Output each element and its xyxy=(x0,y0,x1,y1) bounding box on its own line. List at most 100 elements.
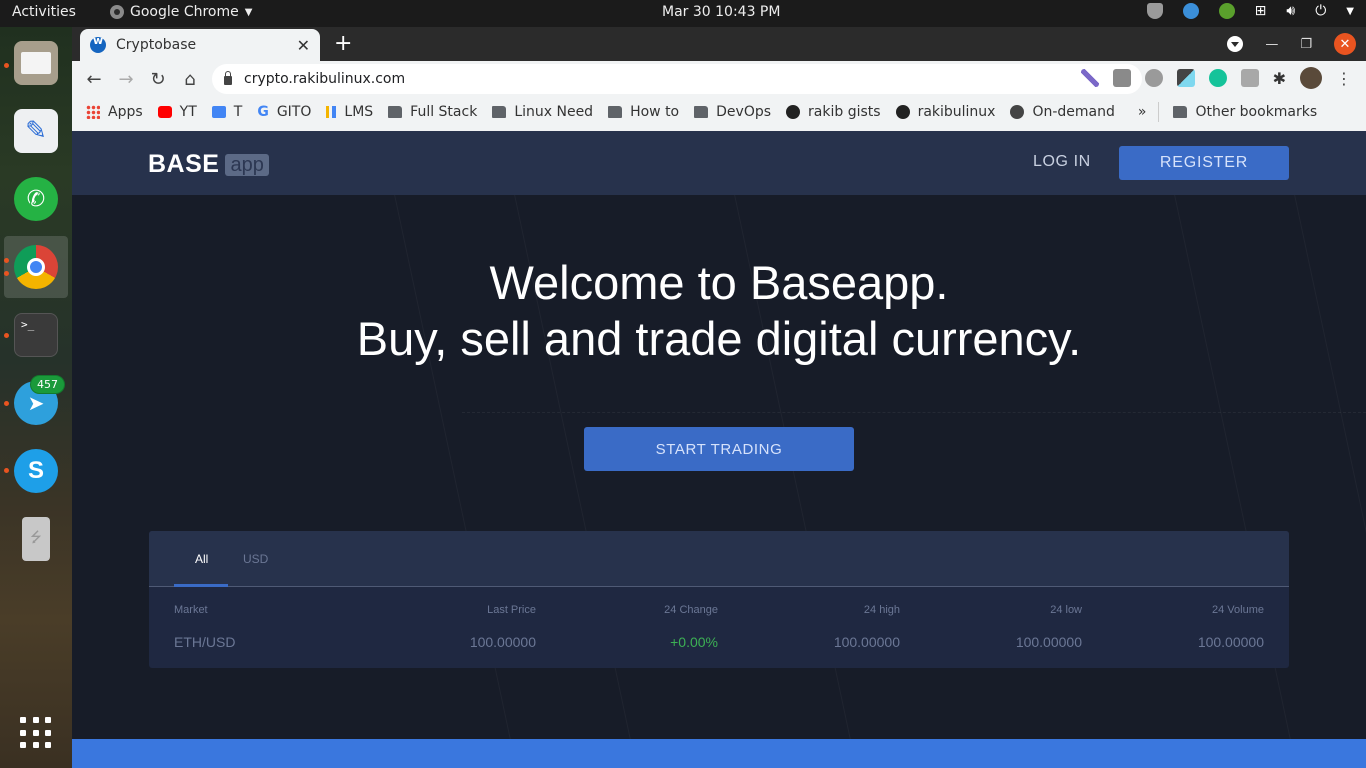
dock-item-files[interactable] xyxy=(14,41,58,85)
check-icon[interactable] xyxy=(1218,3,1235,19)
tab-title: Cryptobase xyxy=(116,37,197,53)
home-icon[interactable]: ⌂ xyxy=(174,69,206,90)
forward-icon[interactable]: → xyxy=(110,69,142,90)
dock-item-skype[interactable]: S xyxy=(14,449,58,493)
power-icon[interactable]: ⏻ xyxy=(1315,3,1326,19)
col-24-low[interactable]: 24 low xyxy=(925,588,1107,626)
active-tab-indicator xyxy=(174,584,228,587)
minimize-icon[interactable]: — xyxy=(1265,37,1278,52)
bookmark-on-demand[interactable]: On-demand xyxy=(1010,104,1115,120)
col-24-volume[interactable]: 24 Volume xyxy=(1107,588,1289,626)
show-applications-icon[interactable] xyxy=(20,717,52,749)
bookmark-yt[interactable]: YT xyxy=(157,104,197,120)
more-bookmarks-button[interactable]: » xyxy=(1138,104,1147,120)
restore-icon[interactable]: ❐ xyxy=(1300,37,1312,52)
chevron-down-icon[interactable]: ▼ xyxy=(1346,6,1354,17)
github-icon xyxy=(895,105,910,119)
menu-kebab-icon[interactable]: ⋮ xyxy=(1336,69,1352,88)
reload-icon[interactable]: ↻ xyxy=(142,69,174,90)
grammarly-extension-icon[interactable] xyxy=(1208,69,1227,87)
close-window-icon[interactable]: ✕ xyxy=(1334,33,1356,55)
dock-item-terminal[interactable]: >_ xyxy=(14,313,58,357)
bookmark-how-to[interactable]: How to xyxy=(608,104,679,120)
folder-icon xyxy=(608,106,623,118)
running-indicator xyxy=(4,63,9,68)
cell-24-volume: 100.00000 xyxy=(1197,634,1264,650)
dock-item-whatsapp[interactable]: ✆ xyxy=(14,177,58,221)
chevron-down-icon: ▼ xyxy=(244,6,253,18)
shield-icon[interactable] xyxy=(1146,3,1163,19)
quill-extension-icon[interactable] xyxy=(1080,69,1099,87)
bookmark-rakib-gists[interactable]: rakib gists xyxy=(786,104,881,120)
h-extension-icon[interactable] xyxy=(1240,69,1259,87)
app-menu-label: Google Chrome xyxy=(130,4,239,20)
background-dashed-line xyxy=(462,412,1366,413)
col-24-high[interactable]: 24 high xyxy=(743,588,925,626)
logo-main: BASE xyxy=(148,150,220,178)
col-last-price[interactable]: Last Price xyxy=(379,588,561,626)
bookmark-t[interactable]: T xyxy=(211,104,243,120)
back-icon[interactable]: ← xyxy=(78,69,110,90)
bookmark-label: Full Stack xyxy=(410,104,478,120)
google-icon: G xyxy=(257,104,269,120)
clock[interactable]: Mar 30 10:43 PM xyxy=(662,4,780,20)
table-header-row: Market Last Price 24 Change 24 high 24 l… xyxy=(149,588,1289,626)
bookmark-gito[interactable]: G GITO xyxy=(257,104,311,120)
bookmark-other-bookmarks[interactable]: Other bookmarks xyxy=(1173,104,1317,120)
bookmark-label: YT xyxy=(179,104,197,120)
register-button[interactable]: REGISTER xyxy=(1119,146,1289,180)
login-link[interactable]: LOG IN xyxy=(1033,153,1091,171)
dock-item-chrome[interactable] xyxy=(14,245,58,289)
notification-badge: 457 xyxy=(30,375,65,394)
camera-extension-icon[interactable] xyxy=(1112,69,1131,87)
bookmark-label: rakib gists xyxy=(808,104,881,120)
dock-item-text-editor[interactable]: ✎ xyxy=(14,109,58,153)
address-bar[interactable]: crypto.rakibulinux.com ☆ xyxy=(212,64,1142,94)
lock-icon[interactable] xyxy=(224,70,232,85)
bookmark-label: Other bookmarks xyxy=(1195,104,1318,120)
markets-panel: All USD Market Last Price 24 Change 24 h… xyxy=(149,531,1289,668)
skype-icon: S xyxy=(27,457,44,484)
page-content: BASE app LOG IN REGISTER Welcome to Base… xyxy=(72,131,1366,768)
bookmark-devops[interactable]: DevOps xyxy=(694,104,771,120)
bookmarks-divider xyxy=(1158,102,1160,122)
col-market[interactable]: Market xyxy=(149,588,379,626)
bookmark-label: Apps xyxy=(108,104,143,120)
folder-icon xyxy=(21,52,51,74)
col-24-change[interactable]: 24 Change xyxy=(561,588,743,626)
background-line xyxy=(372,131,519,768)
site-logo[interactable]: BASE app xyxy=(148,150,269,179)
start-trading-button[interactable]: START TRADING xyxy=(584,427,854,471)
tab-all[interactable]: All xyxy=(195,552,208,566)
bookmark-full-stack[interactable]: Full Stack xyxy=(388,104,477,120)
cell-24-change: +0.00% xyxy=(670,634,718,650)
favicon-icon xyxy=(90,34,106,53)
pencil-icon: ✎ xyxy=(25,116,47,146)
cell-market: ETH/USD xyxy=(174,634,236,650)
app-indicator-icon[interactable] xyxy=(1182,3,1199,19)
app-menu[interactable]: Google Chrome ▼ xyxy=(110,4,252,20)
network-icon[interactable]: ⊞ xyxy=(1255,3,1267,19)
volume-icon[interactable]: 🔊︎ xyxy=(1286,3,1295,19)
globe-extension-icon[interactable] xyxy=(1144,69,1163,87)
tab-search-icon[interactable] xyxy=(1227,36,1244,52)
extensions-puzzle-icon[interactable]: ✱ xyxy=(1273,69,1286,88)
activities-button[interactable]: Activities xyxy=(12,4,76,20)
bookmark-rakibulinux[interactable]: rakibulinux xyxy=(895,104,995,120)
bookmark-lms[interactable]: LMS xyxy=(326,104,373,120)
new-tab-button[interactable]: + xyxy=(334,31,352,56)
tab-cryptobase[interactable]: Cryptobase ✕ xyxy=(80,29,320,61)
url-text[interactable]: crypto.rakibulinux.com xyxy=(244,71,405,87)
close-tab-icon[interactable]: ✕ xyxy=(297,36,310,55)
tab-usd[interactable]: USD xyxy=(243,552,268,566)
profile-avatar[interactable] xyxy=(1300,67,1322,89)
cell-last-price: 100.00000 xyxy=(469,634,536,650)
bookmark-linux-need[interactable]: Linux Need xyxy=(492,104,593,120)
bookmark-label: T xyxy=(233,104,243,120)
browser-toolbar: ← → ↻ ⌂ crypto.rakibulinux.com ☆ ✱ ⋮ xyxy=(72,61,1366,97)
markets-table: Market Last Price 24 Change 24 high 24 l… xyxy=(149,588,1289,662)
table-row[interactable]: ETH/USD 100.00000 +0.00% 100.00000 100.0… xyxy=(149,626,1289,662)
color-picker-extension-icon[interactable] xyxy=(1176,69,1195,87)
bookmark-apps[interactable]: Apps xyxy=(86,104,143,120)
dock-item-usb-drive[interactable]: ⭍ xyxy=(22,517,50,561)
